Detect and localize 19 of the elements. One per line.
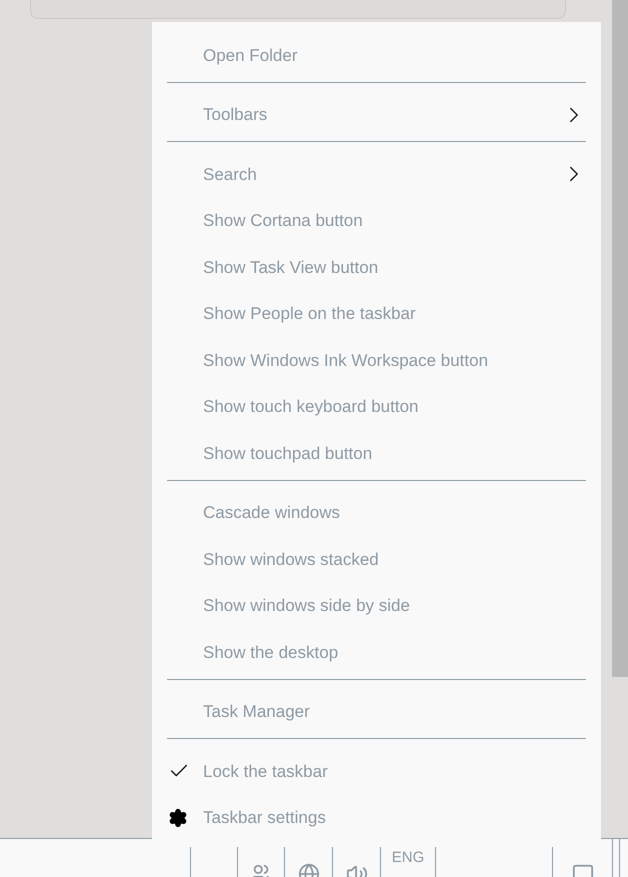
menu-item[interactable]: Show Windows Ink Workspace button xyxy=(152,337,601,384)
settings-icon xyxy=(168,808,188,828)
menu-item[interactable]: Task Manager xyxy=(152,688,601,735)
menu-item[interactable]: Show touchpad button xyxy=(152,430,601,476)
menu-item[interactable]: Open Folder xyxy=(152,32,601,78)
language-indicator[interactable]: ENG xyxy=(392,850,424,866)
menu-item[interactable]: Toolbars xyxy=(152,92,601,138)
menu-item[interactable]: Show Cortana button xyxy=(152,198,601,244)
menu-item[interactable]: Show Task View button xyxy=(152,244,601,290)
menu-item[interactable]: Show windows stacked xyxy=(152,536,601,582)
menu-item[interactable]: Search xyxy=(152,151,601,198)
menu-item[interactable]: Show the desktop xyxy=(152,629,601,676)
menu-item[interactable]: Show windows side by side xyxy=(152,582,601,629)
menu-item[interactable]: Show touch keyboard button xyxy=(152,384,601,430)
menu-item[interactable]: Taskbar settings xyxy=(152,794,601,841)
menu-item[interactable]: Show People on the taskbar xyxy=(152,290,601,337)
menu-item[interactable]: Lock the taskbar xyxy=(152,748,601,794)
menu-item[interactable]: Cascade windows xyxy=(152,490,601,536)
show-desktop-button[interactable] xyxy=(612,839,620,877)
